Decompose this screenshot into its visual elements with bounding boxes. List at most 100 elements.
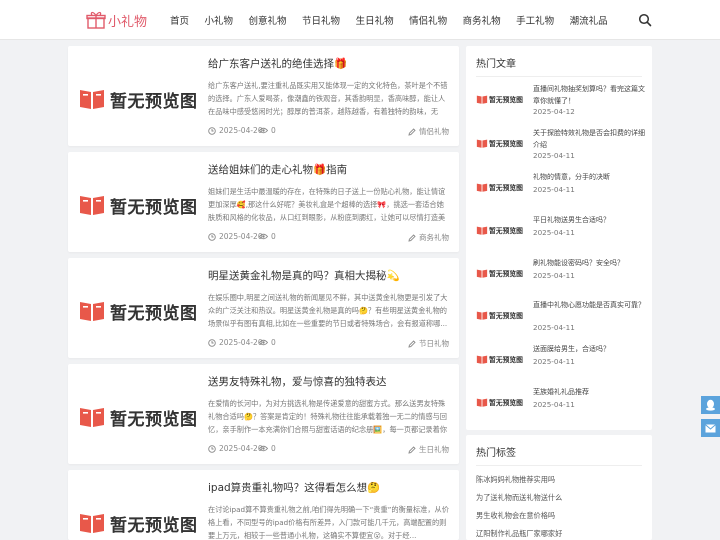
article-meta: 2025-04-20 0 商务礼物 xyxy=(208,232,449,244)
hot-article-title[interactable]: 刷礼物能设密码吗？安全吗？ xyxy=(533,257,645,269)
open-book-icon xyxy=(476,226,488,235)
hot-articles-panel: 热门文章 暂无预览图 直播间礼物抽奖划算吗？看完这篇文章你就懂了！ 2025-0… xyxy=(466,46,652,430)
hot-article-item[interactable]: 暂无预览图 刷礼物能设密码吗？安全吗？ 2025-04-11 xyxy=(476,257,644,297)
no-preview-text: 暂无预览图 xyxy=(489,399,523,407)
date-text: 2025-04-20 xyxy=(219,232,263,241)
article-category[interactable]: 节日礼物 xyxy=(408,338,449,349)
no-preview-text: 暂无预览图 xyxy=(489,96,523,104)
hot-article-title[interactable]: 直播间礼物抽奖划算吗？看完这篇文章你就懂了！ xyxy=(533,83,645,107)
category-text: 节日礼物 xyxy=(419,339,449,348)
category-text: 生日礼物 xyxy=(419,445,449,454)
hot-article-thumbnail[interactable]: 暂无预览图 xyxy=(476,308,524,322)
hot-article-item[interactable]: 暂无预览图 关于探脸特效礼物是否会扣费的详细介绍 2025-04-11 xyxy=(476,127,645,167)
hot-article-item[interactable]: 暂无预览图 礼物的情意，分手的决断 2025-04-11 xyxy=(476,171,644,211)
article-thumbnail[interactable]: 暂无预览图 xyxy=(78,294,198,328)
tag-link[interactable]: 为了送礼物而送礼物送什么 xyxy=(476,493,562,503)
hot-article-thumbnail[interactable]: 暂无预览图 xyxy=(476,180,524,194)
article-views: 0 xyxy=(259,444,276,453)
open-book-icon xyxy=(476,139,488,148)
open-book-icon xyxy=(476,269,488,278)
nav-handmade-gifts[interactable]: 手工礼物 xyxy=(516,13,554,27)
open-book-icon xyxy=(476,95,488,104)
article-title[interactable]: ipad算贵重礼物吗？这得看怎么想🤔 xyxy=(208,480,449,495)
article-views: 0 xyxy=(259,338,276,347)
open-book-icon xyxy=(476,355,488,364)
nav-small-gifts[interactable]: 小礼物 xyxy=(205,13,234,27)
gift-logo-icon xyxy=(86,11,106,29)
hot-article-title[interactable]: 平日礼物送男生合适吗？ xyxy=(533,214,645,226)
hot-article-thumbnail[interactable]: 暂无预览图 xyxy=(476,92,524,106)
eye-icon xyxy=(259,127,268,134)
pencil-icon xyxy=(408,233,416,242)
tag-link[interactable]: 辽阳制作礼品瓶厂家哪家好 xyxy=(476,529,562,539)
site-logo[interactable]: 小礼物 xyxy=(86,9,147,31)
views-count: 0 xyxy=(271,338,276,347)
main-nav: 首页 小礼物 创意礼物 节日礼物 生日礼物 情侣礼物 商务礼物 手工礼物 潮流礼… xyxy=(170,0,623,40)
hot-article-item[interactable]: 暂无预览图 送面膜给男生，合适吗？ 2025-04-11 xyxy=(476,343,644,383)
hot-article-title[interactable]: 礼物的情意，分手的决断 xyxy=(533,171,645,183)
hot-article-thumbnail[interactable]: 暂无预览图 xyxy=(476,352,524,366)
article-card[interactable]: 暂无预览图 送男友特殊礼物，爱与惊喜的独特表达 在爱情的长河中，为对方挑选礼物是… xyxy=(68,364,459,464)
article-category[interactable]: 生日礼物 xyxy=(408,444,449,455)
hot-article-thumbnail[interactable]: 暂无预览图 xyxy=(476,223,524,237)
search-icon[interactable] xyxy=(638,13,652,27)
article-category[interactable]: 商务礼物 xyxy=(408,232,449,243)
article-thumbnail[interactable]: 暂无预览图 xyxy=(78,400,198,434)
nav-couple-gifts[interactable]: 情侣礼物 xyxy=(409,13,447,27)
article-card[interactable]: 暂无预览图 明星送黄金礼物是真的吗？真相大揭秘💫 在娱乐圈中,明星之间送礼物的新… xyxy=(68,258,459,358)
article-thumbnail[interactable]: 暂无预览图 xyxy=(78,506,198,540)
tag-link[interactable]: 男生收礼物会在意价格吗 xyxy=(476,511,555,521)
article-thumbnail[interactable]: 暂无预览图 xyxy=(78,82,198,116)
hot-article-thumbnail[interactable]: 暂无预览图 xyxy=(476,136,524,150)
article-title[interactable]: 送男友特殊礼物，爱与惊喜的独特表达 xyxy=(208,374,449,389)
hot-article-thumbnail[interactable]: 暂无预览图 xyxy=(476,395,524,409)
no-preview-text: 暂无预览图 xyxy=(489,140,523,148)
article-card[interactable]: 暂无预览图 给广东客户送礼的绝佳选择🎁 给广东客户送礼,要注重礼品既实用又能体现… xyxy=(68,46,459,146)
article-category[interactable]: 情侣礼物 xyxy=(408,126,449,137)
article-views: 0 xyxy=(259,232,276,241)
hot-article-title[interactable]: 芜族婚礼礼品推荐 xyxy=(533,386,645,398)
hot-article-item[interactable]: 暂无预览图 直播中礼物心愿功能是否真实可靠？ 2025-04-11 xyxy=(476,299,645,339)
article-title[interactable]: 明星送黄金礼物是真的吗？真相大揭秘💫 xyxy=(208,268,449,283)
no-preview-text: 暂无预览图 xyxy=(110,515,198,536)
open-book-icon xyxy=(80,408,104,427)
hot-article-date: 2025-04-11 xyxy=(533,271,575,280)
hot-article-title[interactable]: 关于探脸特效礼物是否会扣费的详细介绍 xyxy=(533,127,645,151)
views-count: 0 xyxy=(271,126,276,135)
open-book-icon xyxy=(80,196,104,215)
nav-home[interactable]: 首页 xyxy=(170,13,189,27)
tag-link[interactable]: 陈冰妈妈礼物推荐实用吗 xyxy=(476,475,555,485)
nav-holiday-gifts[interactable]: 节日礼物 xyxy=(302,13,340,27)
hot-article-title[interactable]: 直播中礼物心愿功能是否真实可靠？ xyxy=(533,299,645,311)
nav-trend-gifts[interactable]: 潮流礼品 xyxy=(570,13,608,27)
logo-text: 小礼物 xyxy=(108,14,148,30)
article-views: 0 xyxy=(259,126,276,135)
article-title[interactable]: 送给姐妹们的走心礼物🎁指南 xyxy=(208,162,449,177)
qq-contact-button[interactable] xyxy=(701,396,720,414)
date-text: 2025-04-20 xyxy=(219,338,263,347)
nav-business-gifts[interactable]: 商务礼物 xyxy=(463,13,501,27)
hot-article-item[interactable]: 暂无预览图 芜族婚礼礼品推荐 2025-04-11 xyxy=(476,386,644,426)
hot-article-item[interactable]: 暂无预览图 直播间礼物抽奖划算吗？看完这篇文章你就懂了！ 2025-04-12 xyxy=(476,83,645,123)
article-card[interactable]: 暂无预览图 ipad算贵重礼物吗？这得看怎么想🤔 在讨论ipad算不算贵重礼物之… xyxy=(68,470,459,540)
hot-article-title[interactable]: 送面膜给男生，合适吗？ xyxy=(533,343,645,355)
no-preview-text: 暂无预览图 xyxy=(489,356,523,364)
article-meta: 2025-04-20 0 节日礼物 xyxy=(208,338,449,350)
no-preview-text: 暂无预览图 xyxy=(489,227,523,235)
open-book-icon xyxy=(476,398,488,407)
divider xyxy=(476,465,642,466)
article-thumbnail[interactable]: 暂无预览图 xyxy=(78,188,198,222)
hot-article-date: 2025-04-12 xyxy=(533,107,575,116)
nav-creative-gifts[interactable]: 创意礼物 xyxy=(249,13,287,27)
hot-tags-title: 热门标签 xyxy=(476,448,516,459)
article-title[interactable]: 给广东客户送礼的绝佳选择🎁 xyxy=(208,56,449,71)
hot-article-item[interactable]: 暂无预览图 平日礼物送男生合适吗？ 2025-04-11 xyxy=(476,214,644,254)
eye-icon xyxy=(259,445,268,452)
hot-article-thumbnail[interactable]: 暂无预览图 xyxy=(476,266,524,280)
no-preview-text: 暂无预览图 xyxy=(489,184,523,192)
article-meta: 2025-04-20 0 生日礼物 xyxy=(208,444,449,456)
email-contact-button[interactable] xyxy=(701,419,720,437)
nav-birthday-gifts[interactable]: 生日礼物 xyxy=(356,13,394,27)
article-card[interactable]: 暂无预览图 送给姐妹们的走心礼物🎁指南 姐妹们是生活中最温暖的存在，在特殊的日子… xyxy=(68,152,459,252)
clock-icon xyxy=(208,232,216,241)
